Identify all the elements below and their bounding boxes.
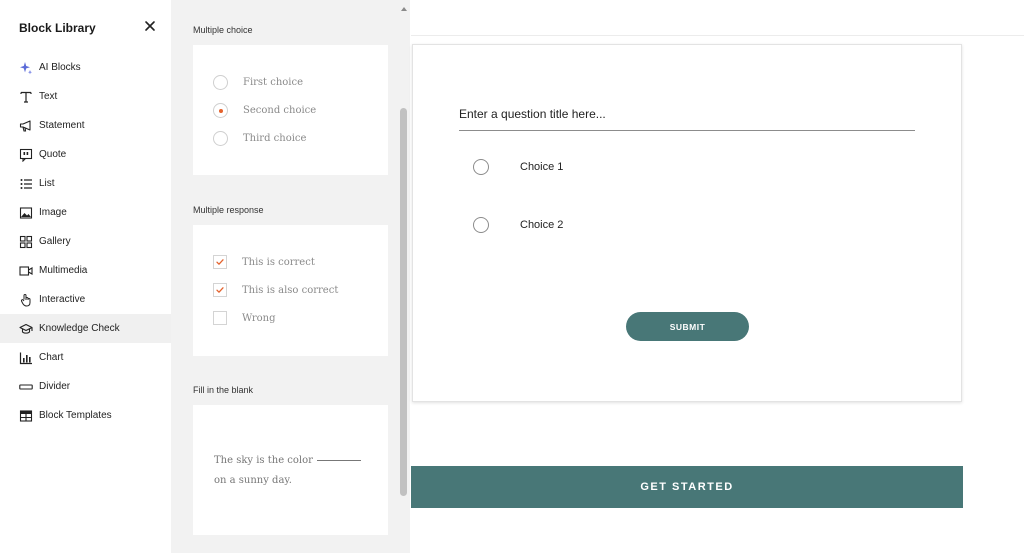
option-label: This is also correct	[242, 284, 339, 296]
quote-icon	[19, 148, 33, 162]
sparkle-icon	[19, 61, 33, 75]
sidebar-item-label: Quote	[39, 149, 67, 160]
gallery-icon	[19, 235, 33, 249]
block-panel: Multiple choice First choice Second choi…	[171, 0, 410, 553]
question-title-input[interactable]	[459, 97, 915, 131]
sidebar-item-label: Multimedia	[39, 265, 88, 276]
sidebar-item-ai-blocks[interactable]: AI Blocks	[0, 53, 171, 82]
fill-blank-text-after: on a sunny day.	[214, 475, 292, 486]
option-label: This is correct	[242, 256, 315, 268]
option-label: Wrong	[242, 312, 276, 324]
sidebar-item-quote[interactable]: Quote	[0, 140, 171, 169]
divider-icon	[19, 380, 33, 394]
fill-in-the-blank-block[interactable]: The sky is the color on a sunny day.	[193, 405, 388, 535]
sidebar-item-label: Divider	[39, 381, 71, 392]
sidebar-item-list[interactable]: List	[0, 169, 171, 198]
sidebar-item-label: Image	[39, 207, 67, 218]
choice-row: Second choice	[213, 102, 316, 118]
choice-option-2[interactable]: Choice 2	[473, 217, 563, 233]
sidebar-item-text[interactable]: Text	[0, 82, 171, 111]
checkbox-checked	[213, 255, 227, 269]
sidebar-item-label: AI Blocks	[39, 62, 81, 73]
choice-label: Third choice	[243, 132, 307, 144]
image-icon	[19, 206, 33, 220]
choice-label: Second choice	[243, 104, 317, 116]
sidebar-item-label: Interactive	[39, 294, 86, 305]
list-icon	[19, 177, 33, 191]
submit-button[interactable]: SUBMIT	[626, 312, 749, 341]
sidebar-item-knowledge-check[interactable]: Knowledge Check	[0, 314, 171, 343]
panel-scrollbar[interactable]	[398, 0, 410, 553]
sidebar-item-label: Knowledge Check	[39, 323, 120, 334]
sidebar-item-label: Block Templates	[39, 410, 112, 421]
graduation-cap-icon	[19, 322, 33, 336]
megaphone-icon	[19, 119, 33, 133]
fill-blank-sentence: The sky is the color on a sunny day.	[214, 451, 374, 491]
option-row: Wrong	[213, 310, 275, 326]
choice-option-1[interactable]: Choice 1	[473, 159, 563, 175]
video-icon	[19, 264, 33, 278]
sidebar-item-label: Statement	[39, 120, 85, 131]
option-row: This is also correct	[213, 282, 338, 298]
radio-button	[213, 74, 228, 90]
fill-blank-text-before: The sky is the color	[214, 455, 313, 466]
sidebar-item-statement[interactable]: Statement	[0, 111, 171, 140]
multiple-choice-block[interactable]: First choice Second choice Third choice	[193, 45, 388, 175]
choice-row: Third choice	[213, 130, 306, 146]
choice-label: First choice	[243, 76, 304, 88]
section-title-multiple-choice: Multiple choice	[193, 25, 253, 35]
knowledge-check-card: Choice 1 Choice 2 SUBMIT	[412, 44, 962, 402]
choice-label: Choice 1	[520, 161, 564, 173]
sidebar-item-label: Text	[39, 91, 58, 102]
sidebar-item-multimedia[interactable]: Multimedia	[0, 256, 171, 285]
blank-line	[316, 460, 361, 461]
sidebar-item-divider[interactable]: Divider	[0, 372, 171, 401]
sidebar-item-label: List	[39, 178, 55, 189]
sidebar-item-image[interactable]: Image	[0, 198, 171, 227]
close-icon[interactable]	[142, 18, 158, 34]
sidebar-item-interactive[interactable]: Interactive	[0, 285, 171, 314]
section-title-fill-blank: Fill in the blank	[193, 385, 254, 395]
choice-label: Choice 2	[520, 219, 564, 231]
chart-icon	[19, 351, 33, 365]
sidebar-title: Block Library	[19, 21, 96, 35]
radio-button-selected	[213, 102, 228, 118]
check-icon	[216, 259, 224, 265]
header-divider	[411, 35, 1024, 36]
multiple-response-block[interactable]: This is correct This is also correct Wro…	[193, 225, 388, 356]
table-icon	[19, 409, 33, 423]
checkbox-checked	[213, 283, 227, 297]
option-row: This is correct	[213, 254, 315, 270]
check-icon	[216, 287, 224, 293]
sidebar-item-gallery[interactable]: Gallery	[0, 227, 171, 256]
radio-button	[213, 130, 228, 146]
sidebar-item-chart[interactable]: Chart	[0, 343, 171, 372]
section-title-multiple-response: Multiple response	[193, 205, 264, 215]
sidebar-item-block-templates[interactable]: Block Templates	[0, 401, 171, 430]
sidebar-item-label: Gallery	[39, 236, 71, 247]
block-nav: AI Blocks Text Statement Quote List Imag…	[0, 53, 171, 430]
scrollbar-thumb[interactable]	[400, 108, 407, 496]
choice-row: First choice	[213, 74, 303, 90]
block-library-sidebar: Block Library AI Blocks Text Statement Q…	[0, 0, 171, 553]
sidebar-item-label: Chart	[39, 352, 64, 363]
get-started-button[interactable]: GET STARTED	[411, 466, 963, 508]
scroll-up-icon[interactable]	[400, 0, 408, 11]
text-icon	[19, 90, 33, 104]
checkbox	[213, 311, 227, 325]
radio-button[interactable]	[473, 159, 489, 175]
sidebar-header: Block Library	[0, 0, 171, 56]
pointer-icon	[19, 293, 33, 307]
radio-button[interactable]	[473, 217, 489, 233]
